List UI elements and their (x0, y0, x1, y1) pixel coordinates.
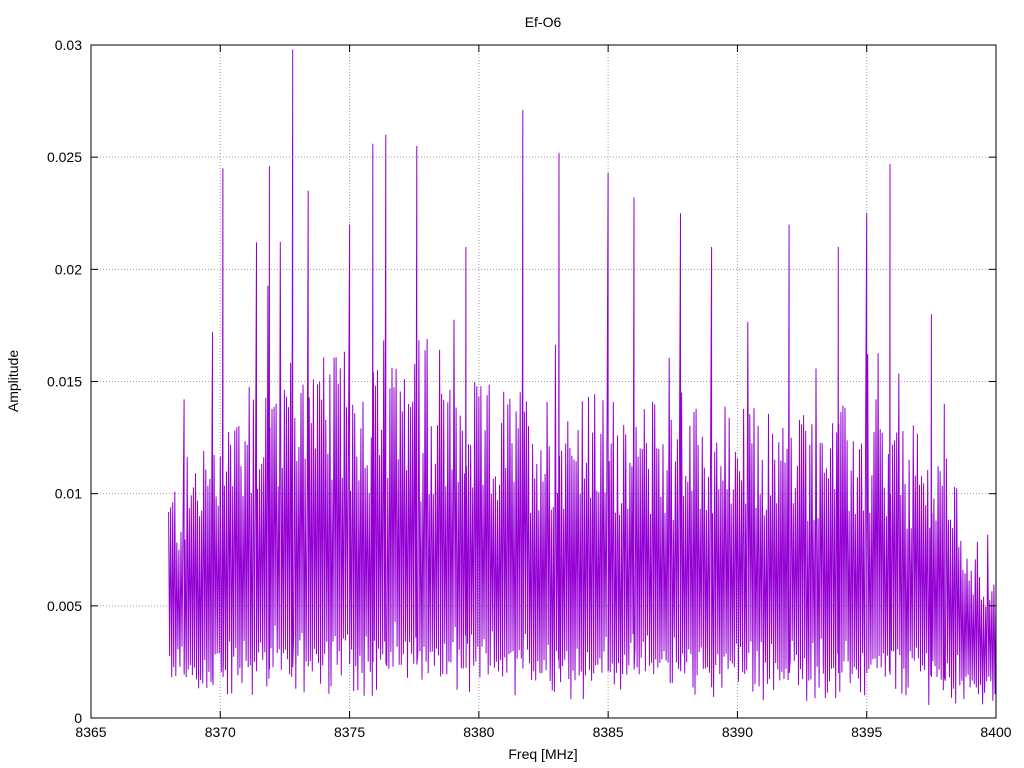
x-tick-label: 8375 (334, 724, 365, 740)
x-tick-label: 8370 (205, 724, 236, 740)
y-tick-label: 0.03 (55, 37, 82, 53)
x-tick-label: 8395 (851, 724, 882, 740)
y-axis-title: Amplitude (5, 350, 21, 412)
y-tick-label: 0.025 (47, 149, 82, 165)
chart-title: Ef-O6 (525, 14, 562, 30)
x-tick-label: 8390 (722, 724, 753, 740)
y-tick-label: 0.01 (55, 486, 82, 502)
x-tick-label: 8365 (75, 724, 106, 740)
x-tick-label: 8400 (980, 724, 1011, 740)
spectrum-chart: 8365 8370 8375 8380 8385 8390 8395 8400 0 0.005 0… (0, 0, 1024, 768)
x-tick-label: 8385 (593, 724, 624, 740)
y-tick-label: 0 (74, 710, 82, 726)
x-tick-label: 8380 (463, 724, 494, 740)
x-axis-title: Freq [MHz] (508, 746, 577, 762)
y-tick-label: 0.02 (55, 261, 82, 277)
y-tick-label: 0.015 (47, 374, 82, 390)
y-tick-label: 0.005 (47, 598, 82, 614)
